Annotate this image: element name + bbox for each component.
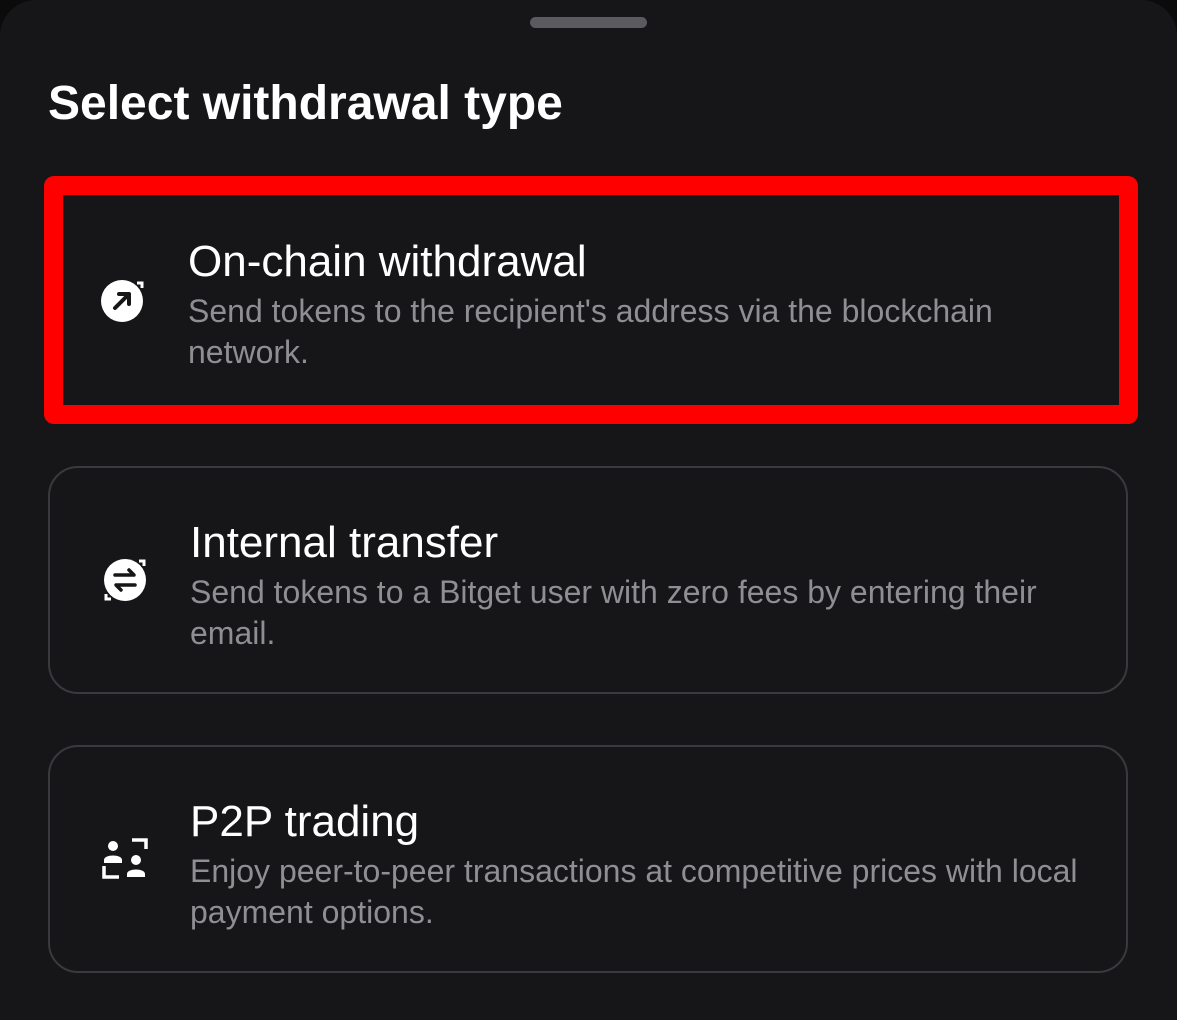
arrow-up-right-circle-icon xyxy=(101,280,145,322)
option-text: Internal transfer Send tokens to a Bitge… xyxy=(190,516,1086,654)
option-title: Internal transfer xyxy=(190,518,499,567)
p2p-users-icon xyxy=(102,838,148,879)
option-text: P2P trading Enjoy peer-to-peer transacti… xyxy=(190,795,1086,933)
sheet-title: Select withdrawal type xyxy=(48,77,563,130)
option-on-chain-withdrawal[interactable]: On-chain withdrawal Send tokens to the r… xyxy=(44,176,1138,424)
option-title: P2P trading xyxy=(190,797,420,846)
option-title: On-chain withdrawal xyxy=(188,237,587,286)
drag-handle[interactable] xyxy=(530,17,647,28)
option-description: Send tokens to the recipient's address v… xyxy=(188,293,993,370)
option-text: On-chain withdrawal Send tokens to the r… xyxy=(188,235,1079,373)
option-description: Send tokens to a Bitget user with zero f… xyxy=(190,574,1037,651)
option-internal-transfer[interactable]: Internal transfer Send tokens to a Bitge… xyxy=(48,466,1128,694)
option-p2p-trading[interactable]: P2P trading Enjoy peer-to-peer transacti… xyxy=(48,745,1128,973)
bottom-sheet: Select withdrawal type On-chain withdraw… xyxy=(0,0,1177,1020)
option-description: Enjoy peer-to-peer transactions at compe… xyxy=(190,853,1078,930)
swap-arrows-circle-icon xyxy=(102,558,148,602)
